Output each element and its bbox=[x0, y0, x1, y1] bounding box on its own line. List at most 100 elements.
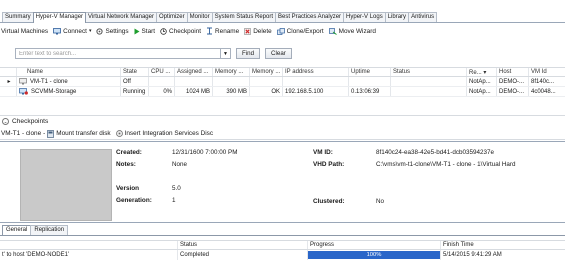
cell-vm-id: 4c0048... bbox=[531, 88, 556, 95]
tab-general[interactable]: General bbox=[2, 225, 32, 235]
clear-button[interactable]: Clear bbox=[265, 48, 292, 59]
vm-off-icon bbox=[19, 78, 27, 85]
table-row[interactable]: SCVMM-Storage Running 0% 1024 MB 390 MB … bbox=[0, 87, 565, 97]
gear-icon bbox=[96, 27, 104, 35]
vhd-path-label: VHD Path: bbox=[313, 161, 345, 168]
separator: - bbox=[43, 130, 46, 137]
connect-button[interactable]: Connect ▾ bbox=[53, 28, 91, 35]
search-dropdown-button[interactable]: ▼ bbox=[221, 48, 231, 59]
vm-toolbar: Virtual Machines Connect ▾ Settings Star… bbox=[0, 25, 381, 37]
tab-optimizer[interactable]: Optimizer bbox=[155, 12, 188, 22]
search-input[interactable] bbox=[15, 48, 221, 59]
chevron-down-icon: ▼ bbox=[223, 50, 228, 57]
table-row[interactable]: t' to host 'DEMO-NODE1' Completed 100% 5… bbox=[0, 250, 565, 260]
cell-vm-id: 8f140c... bbox=[531, 78, 555, 85]
row-pointer-icon: ▸ bbox=[0, 77, 17, 86]
vm-running-icon bbox=[19, 88, 28, 95]
col-host[interactable]: Host bbox=[497, 68, 529, 76]
cell-uptime: 0.13:06:39 bbox=[349, 87, 391, 96]
tab-hyper-v-logs[interactable]: Hyper-V Logs bbox=[343, 12, 386, 22]
cell-cpu: 0% bbox=[149, 87, 175, 96]
divider bbox=[0, 235, 565, 236]
col-job-status[interactable]: Status bbox=[178, 241, 308, 249]
col-name[interactable]: Name bbox=[17, 68, 121, 76]
start-button[interactable]: Start bbox=[134, 27, 156, 35]
tab-library[interactable]: Library bbox=[384, 12, 410, 22]
insert-integration-disc-button[interactable]: Insert Integration Services Disc bbox=[115, 130, 214, 137]
start-label: Start bbox=[141, 27, 156, 35]
vm-id-label: VM ID: bbox=[313, 149, 333, 156]
col-job-name[interactable] bbox=[0, 241, 178, 249]
cell-host: DEMO-... bbox=[497, 77, 529, 86]
col-status[interactable]: Status bbox=[391, 68, 467, 76]
checkpoints-toolbar: VM-T1 - clone - Mount transfer disk Inse… bbox=[0, 128, 565, 140]
checkpoint-button[interactable]: Checkpoint bbox=[160, 28, 201, 35]
delete-label: Delete bbox=[253, 27, 272, 35]
delete-button[interactable]: Delete bbox=[244, 27, 272, 35]
version-label: Version bbox=[116, 185, 140, 192]
cell-state: Running bbox=[121, 87, 149, 96]
vm-thumbnail bbox=[20, 149, 112, 221]
version-value: 5.0 bbox=[172, 185, 181, 192]
col-ip-address[interactable]: IP address bbox=[283, 68, 349, 76]
settings-button[interactable]: Settings bbox=[96, 27, 129, 35]
tab-system-status-report[interactable]: System Status Report bbox=[211, 12, 276, 22]
col-job-finish-time[interactable]: Finish Time bbox=[441, 241, 565, 249]
tab-antivirus[interactable]: Antivirus bbox=[408, 12, 438, 22]
jobs-table: Status Progress Finish Time t' to host '… bbox=[0, 240, 565, 260]
col-vm-id[interactable]: VM Id bbox=[529, 68, 565, 76]
cell-name: VM-T1 - clone bbox=[17, 77, 121, 86]
checkpoints-section-header: ⌄ Checkpoints bbox=[0, 115, 565, 127]
generation-label: Generation: bbox=[116, 197, 152, 204]
notes-label: Notes: bbox=[116, 161, 136, 168]
rename-icon bbox=[207, 27, 213, 35]
chevron-down-icon[interactable]: ▾ bbox=[89, 28, 92, 34]
tab-replication[interactable]: Replication bbox=[30, 225, 69, 235]
col-uptime[interactable]: Uptime bbox=[349, 68, 391, 76]
table-row[interactable]: ▸ VM-T1 - clone Off NotAp... DEMO-... 8f… bbox=[0, 77, 565, 87]
row-indicator-header bbox=[0, 68, 17, 76]
col-memory-demand[interactable]: Memory ... bbox=[213, 68, 250, 76]
tab-monitor[interactable]: Monitor bbox=[186, 12, 213, 22]
created-value: 12/31/1600 7:00:00 PM bbox=[172, 149, 238, 156]
checkpoints-title: Checkpoints bbox=[12, 118, 49, 125]
col-assigned-memory[interactable]: Assigned ... bbox=[175, 68, 213, 76]
collapse-icon[interactable]: ⌄ bbox=[2, 118, 9, 125]
clone-icon bbox=[276, 27, 285, 35]
move-wizard-button[interactable]: Move Wizard bbox=[328, 28, 376, 35]
tab-virtual-network-manager[interactable]: Virtual Network Manager bbox=[85, 12, 157, 22]
search-row: ▼ Find Clear bbox=[15, 48, 292, 59]
cell-uptime bbox=[349, 77, 391, 86]
rename-button[interactable]: Rename bbox=[206, 27, 239, 35]
tab-summary[interactable]: Summary bbox=[2, 12, 34, 22]
insert-label: Insert Integration Services Disc bbox=[124, 130, 214, 137]
col-state[interactable]: State bbox=[121, 68, 149, 76]
settings-label: Settings bbox=[105, 27, 129, 35]
notes-value: None bbox=[172, 161, 188, 168]
clone-export-button[interactable]: Clone/Export bbox=[276, 27, 324, 35]
col-replication[interactable]: Re... ▾ bbox=[467, 68, 497, 76]
connect-label: Connect bbox=[63, 27, 87, 35]
cell-name: SCVMM-Storage bbox=[17, 87, 121, 96]
vm-name: VM-T1 - clone bbox=[30, 78, 68, 85]
job-progress-cell: 100% bbox=[308, 250, 441, 260]
tab-hyper-v-manager[interactable]: Hyper-V Manager bbox=[32, 12, 87, 23]
monitor-icon bbox=[53, 27, 62, 34]
find-button[interactable]: Find bbox=[236, 48, 261, 59]
col-cpu[interactable]: CPU ... bbox=[149, 68, 175, 76]
job-name: t' to host 'DEMO-NODE1' bbox=[0, 250, 178, 260]
mount-transfer-disk-button[interactable]: Mount transfer disk bbox=[47, 129, 111, 138]
vhd-path-value: C:\vms\vm-t1-clone\VM-T1 - clone - 1\Vir… bbox=[376, 161, 516, 168]
details-tab-strip: General Replication bbox=[2, 225, 69, 235]
col-job-progress[interactable]: Progress bbox=[308, 241, 441, 249]
disc-icon bbox=[115, 130, 123, 137]
cell-host: DEMO-... bbox=[497, 87, 529, 96]
col-memory-status[interactable]: Memory ... bbox=[250, 68, 283, 76]
cell-cpu bbox=[149, 77, 175, 86]
vm-name: SCVMM-Storage bbox=[31, 88, 77, 95]
cell-state: Off bbox=[121, 77, 149, 86]
row-indicator bbox=[0, 87, 17, 96]
grid-header: Name State CPU ... Assigned ... Memory .… bbox=[0, 67, 565, 77]
tab-best-practices-analyzer[interactable]: Best Practices Analyzer bbox=[275, 12, 345, 22]
vm-grid: Name State CPU ... Assigned ... Memory .… bbox=[0, 67, 565, 97]
